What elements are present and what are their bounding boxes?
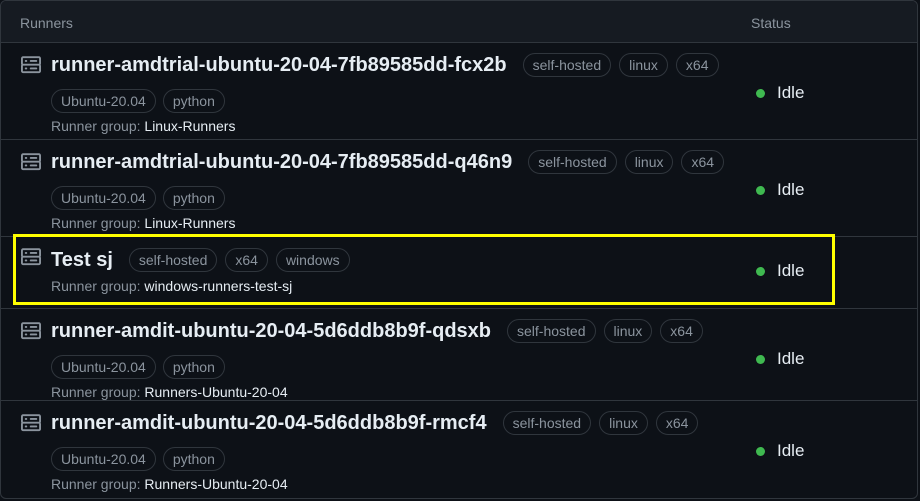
runner-status: Idle [756,261,804,281]
runner-name-link[interactable]: runner-amdit-ubuntu-20-04-5d6ddb8b9f-qds… [51,320,491,343]
runner-label: python [162,447,225,471]
runner-label: python [162,89,225,113]
runners-table: Runners Status runner-amdtrial-ubuntu-20… [0,0,918,499]
runner-group: Runner group: Runners-Ubuntu-20-04 [51,476,288,492]
runner-row: runner-amdtrial-ubuntu-20-04-7fb89585dd-… [1,43,917,140]
status-dot-icon [756,446,765,456]
status-text: Idle [777,349,805,368]
runner-group: Runner group: Runners-Ubuntu-20-04 [51,384,288,400]
runner-label: Ubuntu-20.04 [51,89,156,113]
runner-label: windows [275,248,350,272]
runner-label: x64 [681,150,725,174]
runner-group-prefix: Runner group: [51,215,145,231]
runner-name-link[interactable]: Test sj [51,249,113,272]
runner-label: linux [599,411,648,435]
runner-label: self-hosted [502,411,592,435]
runner-group-name: Linux-Runners [144,215,236,231]
runner-label: x64 [225,248,268,272]
runner-status: Idle [756,349,804,369]
runner-group: Runner group: windows-runners-test-sj [51,278,292,294]
runner-label: Ubuntu-20.04 [51,447,156,471]
runner-row: runner-amdit-ubuntu-20-04-5d6ddb8b9f-qds… [1,309,917,401]
status-dot-icon [756,88,765,98]
runner-label: Ubuntu-20.04 [51,355,156,379]
runner-group-prefix: Runner group: [51,118,145,134]
runner-row: Test sj self-hosted x64 windows Runner g… [1,237,917,309]
runner-label: self-hosted [507,319,596,343]
runner-label: self-hosted [128,248,218,272]
runner-group-prefix: Runner group: [51,384,145,400]
server-icon [20,321,41,341]
status-text: Idle [777,261,805,280]
status-dot-icon [756,354,765,364]
runner-group-name: windows-runners-test-sj [144,278,293,294]
runner-label: self-hosted [528,150,617,174]
runner-label: x64 [675,53,719,77]
runner-row: runner-amdtrial-ubuntu-20-04-7fb89585dd-… [1,140,917,237]
runner-label: linux [603,319,653,343]
runner-label: x64 [660,319,703,343]
status-dot-icon [756,266,765,276]
runner-group: Runner group: Linux-Runners [51,118,235,134]
runner-label: Ubuntu-20.04 [51,186,156,210]
server-icon [20,152,41,172]
status-column-header: Status [751,15,791,31]
runners-column-header: Runners [20,15,73,31]
runner-label: python [162,186,225,210]
status-dot-icon [756,185,765,195]
runner-name-link[interactable]: runner-amdit-ubuntu-20-04-5d6ddb8b9f-rmc… [51,412,487,435]
runner-group-prefix: Runner group: [51,476,145,492]
server-icon [20,413,41,433]
server-icon [20,55,41,75]
runner-name-link[interactable]: runner-amdtrial-ubuntu-20-04-7fb89585dd-… [51,54,507,77]
runner-label: x64 [655,411,699,435]
server-icon [20,247,41,267]
status-text: Idle [777,180,805,199]
status-text: Idle [777,441,805,460]
runner-group-name: Runners-Ubuntu-20-04 [144,384,288,400]
runner-status: Idle [756,441,804,461]
runner-label: linux [624,150,674,174]
status-text: Idle [777,83,805,102]
table-header: Runners Status [1,1,917,43]
runner-row: runner-amdit-ubuntu-20-04-5d6ddb8b9f-rmc… [1,401,917,498]
runner-group-prefix: Runner group: [51,278,145,294]
runner-group-name: Runners-Ubuntu-20-04 [144,476,288,492]
runner-name-link[interactable]: runner-amdtrial-ubuntu-20-04-7fb89585dd-… [51,151,512,174]
runner-label: python [162,355,225,379]
runner-status: Idle [756,83,804,103]
runner-label: linux [619,53,668,77]
runner-label: self-hosted [522,53,612,77]
runner-group: Runner group: Linux-Runners [51,215,235,231]
runner-group-name: Linux-Runners [144,118,236,134]
runner-status: Idle [756,180,804,200]
